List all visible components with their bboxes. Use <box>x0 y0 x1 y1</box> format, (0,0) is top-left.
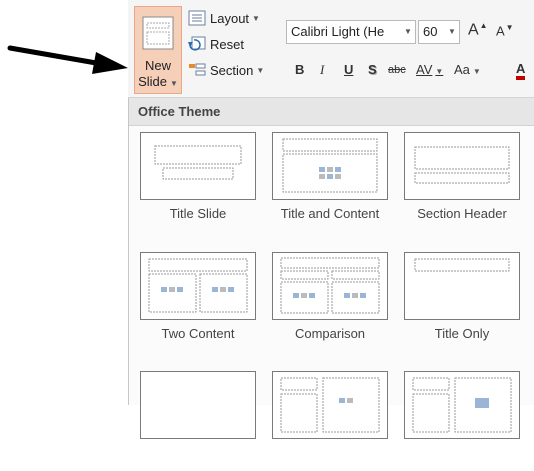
layout-label: Title Only <box>434 326 490 341</box>
chevron-down-icon: ▼ <box>472 67 481 76</box>
layout-thumbnail <box>404 252 520 320</box>
bold-button[interactable]: B <box>295 62 304 77</box>
underline-button[interactable]: U <box>344 62 353 77</box>
title-only-layout-icon <box>414 258 510 272</box>
chevron-down-icon[interactable]: ▼ <box>401 21 415 43</box>
picture-caption-layout-icon <box>412 377 512 433</box>
text-shadow-button[interactable]: S <box>368 62 377 77</box>
section-label: Section <box>210 62 254 78</box>
section-button[interactable]: Section ▼ <box>188 58 284 82</box>
layout-thumbnail <box>140 132 256 200</box>
layout-label: Section Header <box>417 206 507 221</box>
grow-font-button[interactable]: A▲ <box>468 21 488 39</box>
layout-content-with-caption[interactable] <box>272 371 388 471</box>
font-size-combobox[interactable]: 60 ▼ <box>418 20 460 44</box>
layout-icon <box>188 10 206 26</box>
ribbon-home-tab: New Slide ▼ Layout ▼ Reset Section ▼ Cali… <box>128 0 534 98</box>
shrink-font-button[interactable]: A▼ <box>496 23 514 38</box>
chevron-down-icon: ▼ <box>170 79 178 88</box>
layout-label: Title Slide <box>169 206 227 221</box>
layout-two-content[interactable]: Two Content <box>140 252 256 352</box>
layout-label: Comparison <box>294 326 366 341</box>
strikethrough-button[interactable]: abc <box>388 64 406 76</box>
layout-label: Two Content <box>161 326 235 341</box>
two-content-layout-icon <box>148 258 248 313</box>
layout-label: Title and Content <box>280 206 380 221</box>
font-name-value: Calibri Light (He <box>291 24 385 39</box>
font-color-button[interactable]: A <box>516 62 526 80</box>
layout-thumbnail <box>140 371 256 439</box>
reset-icon <box>188 36 206 51</box>
layout-picture-with-caption[interactable] <box>404 371 520 471</box>
new-slide-label: New <box>144 58 171 73</box>
new-slide-label-slide: Slide <box>138 74 167 89</box>
new-slide-button[interactable]: New Slide ▼ <box>134 6 182 94</box>
layout-section-header[interactable]: Section Header <box>404 132 520 232</box>
chevron-down-icon: ▼ <box>256 65 265 75</box>
title-content-layout-icon <box>282 138 378 193</box>
italic-button[interactable]: I <box>320 62 324 78</box>
reset-button[interactable]: Reset <box>188 32 284 56</box>
layout-thumbnail <box>140 252 256 320</box>
section-icon <box>189 63 206 76</box>
layout-title-and-content[interactable]: Title and Content <box>272 132 388 232</box>
chevron-down-icon: ▼ <box>252 13 260 23</box>
reset-label: Reset <box>210 36 244 52</box>
layout-title-only[interactable]: Title Only <box>404 252 520 352</box>
layout-label: Layout <box>210 10 250 26</box>
layout-blank[interactable] <box>140 371 256 471</box>
chevron-down-icon: ▼ <box>435 67 444 76</box>
section-header-layout-icon <box>414 146 510 184</box>
caret-down-icon: ▼ <box>505 23 514 32</box>
layout-thumbnail <box>272 132 388 200</box>
layout-button[interactable]: Layout ▼ <box>188 6 284 30</box>
layout-thumbnail <box>404 132 520 200</box>
chevron-down-icon[interactable]: ▼ <box>445 21 459 43</box>
layout-thumbnail <box>272 252 388 320</box>
font-size-value: 60 <box>423 24 438 39</box>
layout-comparison[interactable]: Comparison <box>272 252 388 352</box>
arrow-annotation-icon <box>7 45 128 74</box>
new-slide-layout-gallery: Office Theme Title Slide Title and Conte <box>128 98 534 439</box>
layout-thumbnail <box>272 371 388 439</box>
layout-title-slide[interactable]: Title Slide <box>140 132 256 232</box>
gallery-header: Office Theme <box>129 98 534 126</box>
content-caption-layout-icon <box>280 377 380 433</box>
font-name-combobox[interactable]: Calibri Light (He ▼ <box>286 20 416 44</box>
title-slide-layout-icon <box>154 145 242 180</box>
change-case-button[interactable]: Aa ▼ <box>454 62 481 77</box>
comparison-layout-icon <box>280 257 380 314</box>
character-spacing-button[interactable]: AV ▼ <box>416 62 443 77</box>
caret-up-icon: ▲ <box>479 21 488 30</box>
layout-thumbnail <box>404 371 520 439</box>
new-slide-icon <box>142 16 174 50</box>
